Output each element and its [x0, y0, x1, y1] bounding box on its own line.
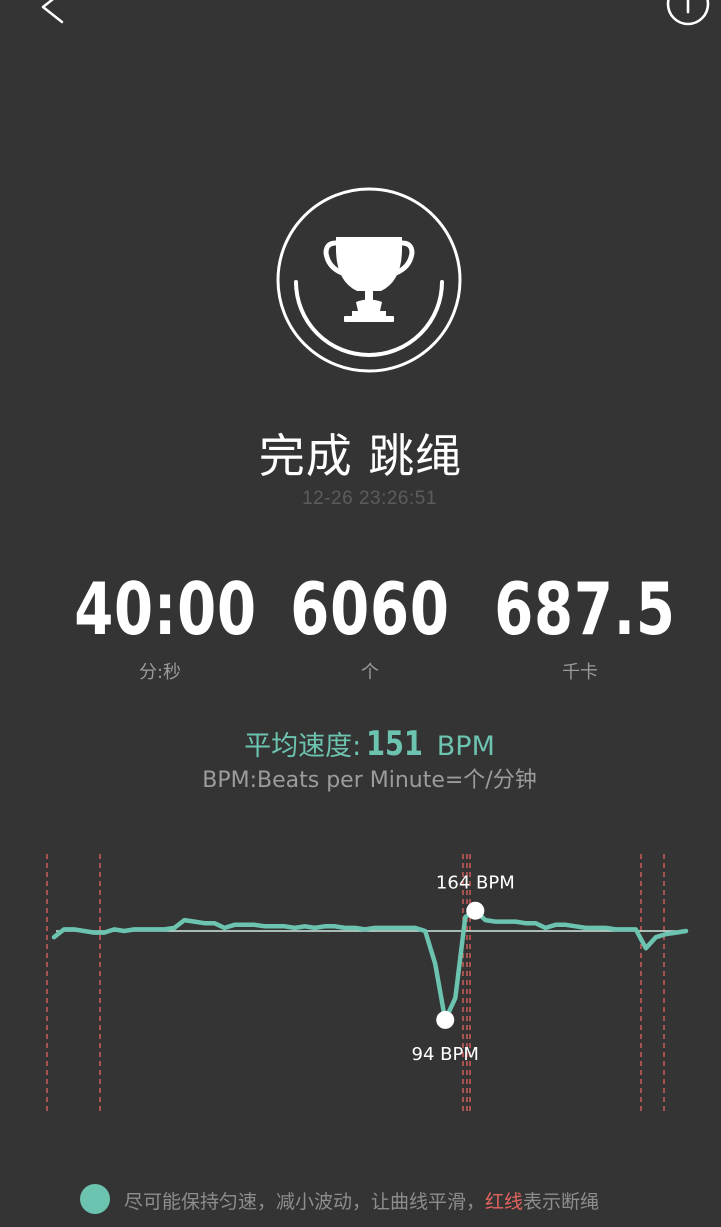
stat-count-unit: 个 [361, 662, 379, 683]
footer-red-text: 红线 [485, 1191, 524, 1213]
bpm-chart-svg: 164 BPM 94 BPM [46, 854, 689, 1115]
average-speed-unit: BPM [436, 731, 495, 762]
max-point [466, 901, 485, 920]
min-label: 94 BPM [412, 1044, 479, 1065]
hint-dot-icon [80, 1183, 110, 1214]
trophy-icon [276, 187, 462, 373]
bpm-chart: 164 BPM 94 BPM [0, 840, 721, 1130]
stat-calories-value: 687.5 [494, 567, 676, 651]
stat-count-value: 6060 [290, 567, 450, 651]
share-button[interactable] [660, 0, 716, 30]
stat-duration-value: 40:00 [74, 567, 257, 651]
stat-calories: 687.5 千卡 [470, 566, 690, 684]
page-title: 完成 跳绳 [258, 429, 463, 483]
stat-duration: 40:00 分:秒 [50, 566, 270, 684]
footer-hint: 尽可能保持匀速，减小波动，让曲线平滑，红线表示断绳 [80, 1183, 600, 1227]
stat-calories-unit: 千卡 [562, 662, 598, 683]
trophy-badge [276, 187, 462, 373]
average-speed: 平均速度: 151 BPM [0, 724, 721, 764]
footer-text: 尽可能保持匀速，减小波动，让曲线平滑， [124, 1191, 486, 1213]
bpm-series-line [51, 908, 689, 1023]
workout-datetime: 12-26 23:26:51 [302, 488, 437, 509]
chevron-left-icon [41, 0, 64, 24]
bpm-description: BPM:Beats per Minute=个/分钟 [202, 768, 537, 793]
share-icon [666, 0, 710, 26]
back-button[interactable] [30, 0, 80, 32]
stat-duration-unit: 分:秒 [138, 662, 182, 683]
average-speed-value: 151 [366, 724, 424, 764]
average-speed-label: 平均速度: [244, 731, 362, 762]
stat-count: 6060 个 [260, 566, 480, 684]
footer-end-text: 表示断绳 [523, 1191, 600, 1213]
max-label: 164 BPM [436, 873, 515, 894]
min-point [436, 1010, 455, 1029]
